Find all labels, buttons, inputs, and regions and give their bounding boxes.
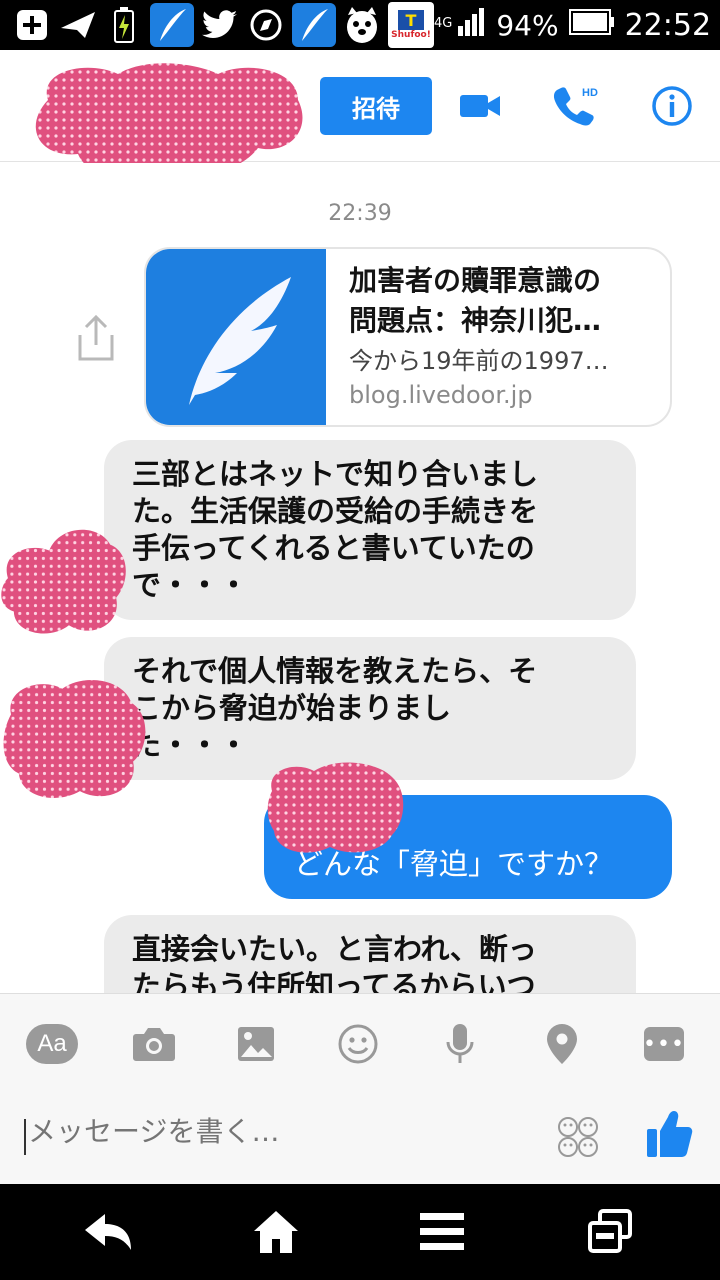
battery-icon [568, 8, 615, 42]
microphone-icon[interactable] [434, 1018, 486, 1070]
message-line: 手伝ってくれると書いていたの [132, 531, 535, 565]
livedoor-app-icon [150, 3, 194, 47]
info-icon[interactable] [646, 80, 698, 132]
sticker-icon[interactable] [556, 1115, 600, 1159]
link-title-line: 加害者の贖罪意識の [349, 264, 602, 297]
aa-label: Aa [26, 1024, 78, 1064]
incoming-message[interactable]: それで個人情報を教えたら、そ こから脅迫が始まりまし た・・・ [104, 637, 636, 780]
emoji-icon[interactable] [332, 1018, 384, 1070]
message-input[interactable] [28, 1115, 508, 1148]
message-line: で・・・ [132, 568, 249, 602]
message-timestamp: 22:39 [328, 201, 392, 226]
incoming-message[interactable]: 三部とはネットで知り合いまし た。生活保護の受給の手続きを 手伝ってくれると書い… [104, 440, 636, 620]
svg-text:HD: HD [582, 87, 598, 99]
message-line: 三部とはネットで知り合いまし [132, 457, 539, 491]
status-bar: T Shufoo! 4G 94% 22:52 [0, 0, 720, 50]
invite-button[interactable]: 招待 [320, 77, 432, 135]
camera-icon[interactable] [128, 1018, 180, 1070]
recent-apps-icon[interactable] [580, 1204, 640, 1260]
link-title: 加害者の贖罪意識の 問題点：神奈川犯… [349, 261, 649, 341]
menu-icon[interactable] [412, 1204, 472, 1260]
redacted-avatar [3, 679, 146, 798]
message-list[interactable]: 22:39 加害者の贖罪意識の 問題点：神奈川犯… 今から19年前の1997… … [0, 163, 720, 993]
composer-toolbar: Aa ••• [0, 993, 720, 1089]
redacted-contact-name [35, 63, 303, 177]
network-type: 4G [434, 15, 453, 31]
signal-icon [456, 7, 486, 43]
link-thumbnail [146, 249, 326, 425]
message-line: それで個人情報を教えたら、そ [132, 654, 538, 688]
thumbs-up-icon[interactable] [646, 1109, 694, 1159]
dog-mascot-icon [342, 5, 382, 45]
twitter-icon [200, 5, 240, 45]
conversation-header: 招待 HD [0, 50, 720, 177]
system-navigation-bar [0, 1184, 720, 1280]
link-title-line: 問題点：神奈川犯… [349, 304, 602, 337]
text-caret [24, 1119, 26, 1155]
battery-charging-icon [104, 5, 144, 45]
home-icon[interactable] [246, 1204, 306, 1260]
video-call-icon[interactable] [454, 80, 506, 132]
link-description: 今から19年前の1997… [349, 347, 609, 375]
paper-plane-icon [58, 5, 98, 45]
livedoor-app-icon-2 [292, 3, 336, 47]
link-domain: blog.livedoor.jp [349, 381, 533, 409]
redacted-sticker [267, 762, 404, 853]
shufoo-app-icon: T Shufoo! [388, 2, 434, 48]
hd-voice-call-icon[interactable]: HD [550, 80, 602, 132]
message-line: た。生活保護の受給の手続きを [132, 494, 539, 528]
shufoo-label: Shufoo! [391, 30, 431, 40]
add-notification-icon [12, 5, 52, 45]
feather-icon [189, 277, 291, 405]
redacted-avatar [1, 529, 126, 634]
message-line: た・・・ [132, 728, 249, 762]
message-line: たらもう住所知ってるからいつ [132, 969, 536, 993]
link-preview-card[interactable]: 加害者の贖罪意識の 問題点：神奈川犯… 今から19年前の1997… blog.l… [144, 247, 672, 427]
incoming-message[interactable]: 直接会いたい。と言われ、断っ たらもう住所知ってるからいつ [104, 915, 636, 993]
message-line: 直接会いたい。と言われ、断っ [132, 932, 537, 966]
image-icon[interactable] [230, 1018, 282, 1070]
more-icon[interactable]: ••• [638, 1018, 690, 1070]
message-composer [0, 1089, 720, 1184]
back-icon[interactable] [78, 1204, 138, 1260]
location-icon[interactable] [536, 1018, 588, 1070]
share-icon[interactable] [74, 313, 118, 363]
text-format-icon[interactable]: Aa [26, 1018, 78, 1070]
clock: 22:52 [624, 7, 712, 43]
battery-percent: 94% [496, 8, 559, 42]
message-line: こから脅迫が始まりまし [132, 691, 452, 725]
compass-icon [246, 5, 286, 45]
